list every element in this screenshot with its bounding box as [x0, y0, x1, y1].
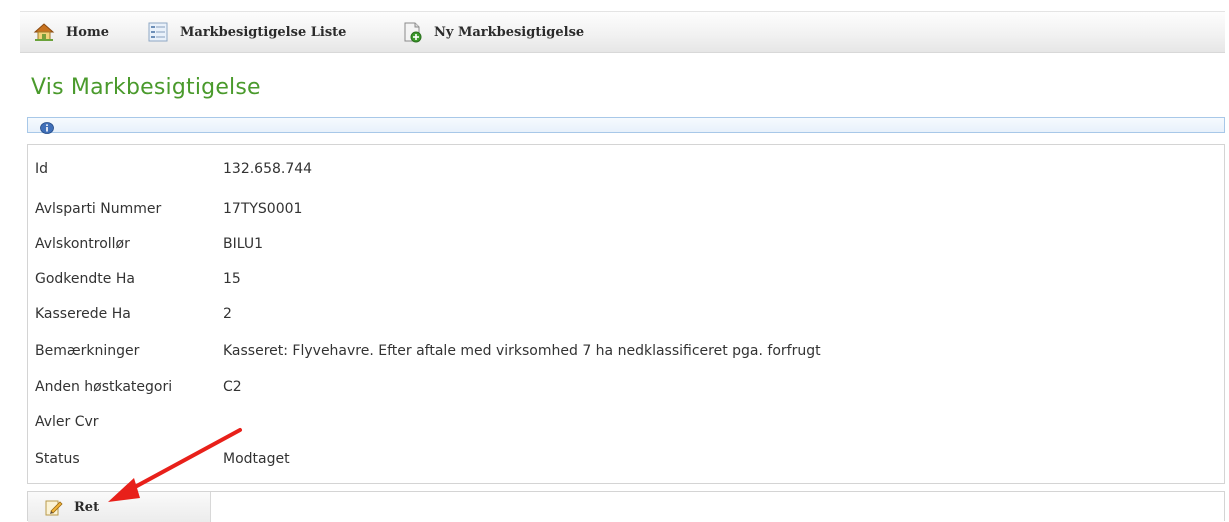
nav-ny-markbesigtigelse-label: Ny Markbesigtigelse	[434, 24, 585, 40]
detail-row-avlskontrollor: Avlskontrollør BILU1	[35, 234, 263, 254]
detail-row-kasserede-ha: Kasserede Ha 2	[35, 304, 232, 324]
detail-label: Kasserede Ha	[35, 306, 131, 322]
info-icon	[40, 119, 54, 138]
detail-value: 15	[223, 271, 241, 287]
detail-label: Avlsparti Nummer	[35, 201, 162, 217]
detail-value: 2	[223, 306, 232, 322]
page-title: Vis Markbesigtigelse	[31, 75, 261, 100]
edit-pencil-icon	[44, 497, 64, 517]
detail-row-id: Id 132.658.744	[35, 159, 312, 179]
details-panel: Id 132.658.744 Avlsparti Nummer 17TYS000…	[27, 144, 1225, 484]
list-icon	[146, 20, 170, 44]
detail-label: Avlskontrollør	[35, 236, 130, 252]
top-navigation-bar: Home Markbesigtigelse Liste Ny Markbesig…	[20, 11, 1225, 53]
detail-row-bemaerkninger: Bemærkninger Kasseret: Flyvehavre. Efter…	[35, 341, 821, 361]
nav-home-label: Home	[66, 24, 109, 40]
detail-value: 17TYS0001	[223, 201, 303, 217]
info-bar	[27, 117, 1225, 134]
detail-value: 132.658.744	[223, 161, 313, 177]
detail-label: Avler Cvr	[35, 414, 99, 430]
nav-markbesigtigelse-liste-label: Markbesigtigelse Liste	[180, 24, 347, 40]
detail-row-anden-hostkategori: Anden høstkategori C2	[35, 377, 242, 397]
detail-row-avlsparti-nummer: Avlsparti Nummer 17TYS0001	[35, 199, 302, 219]
detail-value: BILU1	[223, 236, 263, 252]
new-document-icon	[400, 20, 424, 44]
detail-value: Modtaget	[223, 451, 290, 467]
detail-value: Kasseret: Flyvehavre. Efter aftale med v…	[223, 343, 821, 359]
detail-label: Id	[35, 161, 49, 177]
detail-row-godkendte-ha: Godkendte Ha 15	[35, 269, 241, 289]
detail-label: Bemærkninger	[35, 343, 140, 359]
detail-label: Status	[35, 451, 80, 467]
detail-value: C2	[223, 379, 242, 395]
detail-label: Godkendte Ha	[35, 271, 135, 287]
detail-row-status: Status Modtaget	[35, 449, 290, 469]
home-icon	[32, 20, 56, 44]
nav-ny-markbesigtigelse[interactable]: Ny Markbesigtigelse	[400, 12, 584, 52]
nav-home[interactable]: Home	[32, 12, 109, 52]
detail-row-avler-cvr: Avler Cvr	[35, 412, 223, 432]
nav-markbesigtigelse-liste[interactable]: Markbesigtigelse Liste	[146, 12, 346, 52]
detail-label: Anden høstkategori	[35, 379, 173, 395]
edit-button-label: Ret	[74, 499, 100, 515]
edit-button[interactable]: Ret	[28, 492, 211, 522]
